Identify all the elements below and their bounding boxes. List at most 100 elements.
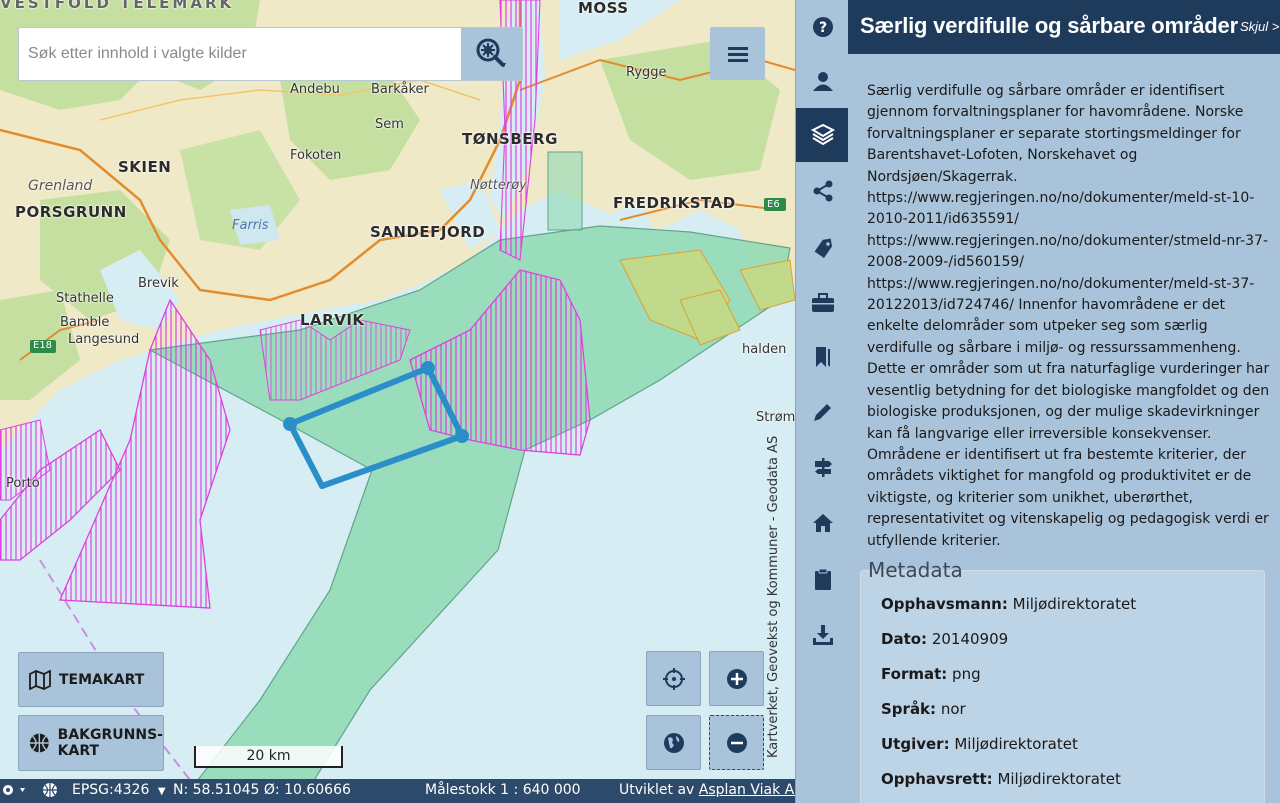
share-icon <box>813 180 832 202</box>
layers-icon <box>810 124 835 146</box>
temakart-label: TEMAKART <box>59 671 145 688</box>
scale-bar: 20 km <box>194 746 343 768</box>
metadata-value: Miljødirektoratet <box>1012 595 1137 613</box>
search-bar <box>18 27 523 81</box>
map-label-rygge: Rygge <box>626 65 667 80</box>
info-panel: Særlig verdifulle og sårbare områder Skj… <box>848 0 1280 803</box>
metadata-key: Opphavsmann: <box>881 595 1008 613</box>
credits-label: Utviklet av <box>619 782 695 798</box>
projection-value: EPSG:4326 <box>72 782 150 798</box>
user-icon <box>812 72 833 91</box>
pencil-icon <box>813 404 831 421</box>
scale-readout: Målestokk 1 : 640 000 <box>425 782 581 798</box>
map-icon <box>29 669 51 690</box>
search-gear-icon <box>476 38 506 67</box>
basketball-globe-icon <box>29 733 49 753</box>
map-label-moss: MOSS <box>578 0 629 17</box>
rail-briefcase-button[interactable] <box>796 276 849 330</box>
map-label-andebu: Andebu <box>290 82 340 97</box>
projection-globe-icon <box>42 782 58 802</box>
bakgrunnskart-button[interactable]: BAKGRUNNS- KART <box>18 715 164 771</box>
map-label-porto: Porto <box>6 476 40 491</box>
rail-layers-button[interactable] <box>796 108 849 162</box>
zoom-in-button[interactable] <box>709 651 764 706</box>
rail-user-button[interactable] <box>796 54 849 108</box>
map-label-skien: SKIEN <box>118 158 172 176</box>
map-label-notteroy: Nøtterøy <box>470 178 527 193</box>
metadata-value: nor <box>940 700 966 718</box>
hide-panel-button[interactable]: Skjul > <box>1240 19 1279 34</box>
map-label-farris: Farris <box>232 218 269 233</box>
rail-directions-button[interactable] <box>796 440 849 494</box>
clipboard-icon <box>814 568 831 590</box>
metadata-key: Dato: <box>881 630 928 648</box>
status-bar: EPSG:4326 ▼ N: 58.51045 Ø: 10.60666 Måle… <box>0 779 795 803</box>
bakgrunnskart-label-line2: KART <box>57 743 100 759</box>
locate-button[interactable] <box>646 651 701 706</box>
rail-share-button[interactable] <box>796 164 849 218</box>
globe-icon <box>663 732 684 753</box>
menu-button[interactable] <box>710 27 765 80</box>
zoom-out-button[interactable] <box>709 715 764 770</box>
metadata-value: Miljødirektoratet <box>997 770 1121 788</box>
layer-description: Særlig verdifulle og sårbare områder er … <box>867 83 1270 549</box>
map-label-larvik: LARVIK <box>300 311 365 329</box>
map-label-e6: E6 <box>767 199 780 210</box>
crosshair-icon <box>662 667 685 690</box>
bakgrunnskart-label: BAKGRUNNS- KART <box>58 727 163 759</box>
home-icon <box>812 514 833 532</box>
map-label-fredrikstad: FREDRIKSTAD <box>613 194 736 212</box>
map-label-strom: Strøm <box>756 410 795 425</box>
plus-circle-icon <box>726 668 747 689</box>
metadata-title: Metadata <box>868 558 963 582</box>
metadata-row: Format: png <box>881 665 981 683</box>
map-label-halden: halden <box>742 342 787 357</box>
minus-circle-icon <box>726 732 747 753</box>
map-label-barkaker: Barkåker <box>371 82 429 97</box>
metadata-key: Format: <box>881 665 948 683</box>
metadata-row: Opphavsmann: Miljødirektoratet <box>881 595 1136 613</box>
rail-clipboard-button[interactable] <box>796 552 849 606</box>
metadata-key: Opphavsrett: <box>881 770 993 788</box>
gear-dropdown-icon <box>3 785 25 795</box>
map-label-sem: Sem <box>375 117 404 132</box>
rail-download-button[interactable] <box>796 608 849 662</box>
map-label-bamble: Bamble <box>60 315 110 330</box>
hamburger-icon <box>727 46 748 62</box>
panel-title: Særlig verdifulle og sårbare områder <box>860 13 1238 38</box>
rail-draw-button[interactable] <box>796 385 849 439</box>
metadata-value: png <box>952 665 981 683</box>
map-label-region: VESTFOLD TELEMARK <box>0 0 235 12</box>
map-label-fokoten: Fokoten <box>290 148 342 163</box>
metadata-value: Miljødirektoratet <box>954 735 1078 753</box>
tag-icon <box>814 238 832 258</box>
map-canvas[interactable]: VESTFOLD TELEMARK SKIEN Grenland PORSGRU… <box>0 0 795 803</box>
metadata-key: Utgiver: <box>881 735 950 753</box>
temakart-button[interactable]: TEMAKART <box>18 652 164 707</box>
coordinates-readout: N: 58.51045 Ø: 10.60666 <box>173 782 351 798</box>
signpost-icon <box>814 458 832 477</box>
search-input[interactable] <box>19 28 461 80</box>
metadata-row: Dato: 20140909 <box>881 630 1008 648</box>
projection-select[interactable]: EPSG:4326 ▼ <box>72 782 166 798</box>
search-settings-button[interactable] <box>461 28 522 80</box>
map-label-grenland: Grenland <box>28 178 93 194</box>
chevron-down-icon: ▼ <box>157 786 166 797</box>
map-label-e18: E18 <box>33 340 53 351</box>
rail-tag-button[interactable] <box>796 220 849 274</box>
settings-dropdown[interactable] <box>2 782 26 802</box>
download-icon <box>812 625 833 645</box>
rail-home-button[interactable] <box>796 496 849 550</box>
globe-button[interactable] <box>646 715 701 770</box>
metadata-box: Opphavsmann: Miljødirektoratet Dato: 201… <box>860 570 1265 803</box>
map-label-tonsberg: TØNSBERG <box>462 130 558 148</box>
rail-bookmarks-button[interactable] <box>796 330 849 384</box>
developer-link[interactable]: Asplan Viak AS <box>699 782 795 798</box>
rail-help-button[interactable]: ? <box>796 0 849 54</box>
map-label-porsgrunn: PORSGRUNN <box>15 203 127 221</box>
map-label-langesund: Langesund <box>68 332 140 347</box>
metadata-row: Opphavsrett: Miljødirektoratet <box>881 770 1121 788</box>
briefcase-icon <box>811 293 834 312</box>
help-icon: ? <box>812 17 833 37</box>
tool-rail: ? <box>795 0 849 803</box>
